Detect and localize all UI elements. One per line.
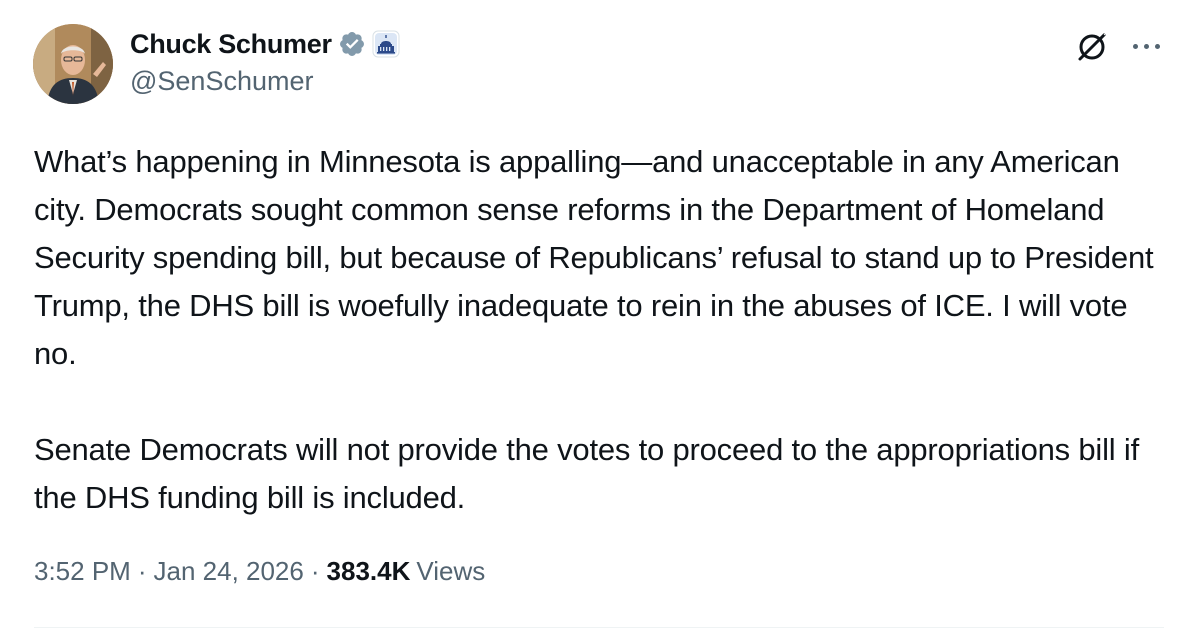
tweet-paragraph: What’s happening in Minnesota is appalli… [34, 144, 1154, 371]
avatar-image [33, 24, 113, 104]
author-handle[interactable]: @SenSchumer [130, 66, 400, 97]
author-block: Chuck Schumer @SenSchumer [130, 26, 400, 97]
us-capitol-badge-icon[interactable] [372, 30, 400, 58]
tweet-card: Chuck Schumer @SenSchumer What’s happeni… [0, 0, 1196, 630]
meta-separator: · [310, 556, 320, 586]
divider [34, 627, 1164, 628]
views-label[interactable]: Views [416, 556, 485, 587]
more-options-icon[interactable] [1126, 28, 1166, 64]
author-name[interactable]: Chuck Schumer [130, 29, 332, 60]
dot [1132, 43, 1138, 49]
tweet-metadata: 3:52 PM · Jan 24, 2026 · 383.4K Views [34, 556, 485, 587]
meta-separator: · [137, 556, 147, 586]
avatar[interactable] [33, 24, 113, 104]
tweet-time[interactable]: 3:52 PM [34, 556, 131, 587]
dot [1154, 43, 1160, 49]
grok-icon[interactable] [1072, 27, 1112, 67]
author-name-row: Chuck Schumer [130, 26, 400, 62]
dot [1143, 43, 1149, 49]
verified-badge-icon[interactable] [338, 30, 366, 58]
tweet-text: What’s happening in Minnesota is appalli… [34, 138, 1164, 522]
views-count[interactable]: 383.4K [327, 556, 411, 587]
tweet-paragraph: Senate Democrats will not provide the vo… [34, 432, 1139, 515]
tweet-date[interactable]: Jan 24, 2026 [154, 556, 304, 587]
